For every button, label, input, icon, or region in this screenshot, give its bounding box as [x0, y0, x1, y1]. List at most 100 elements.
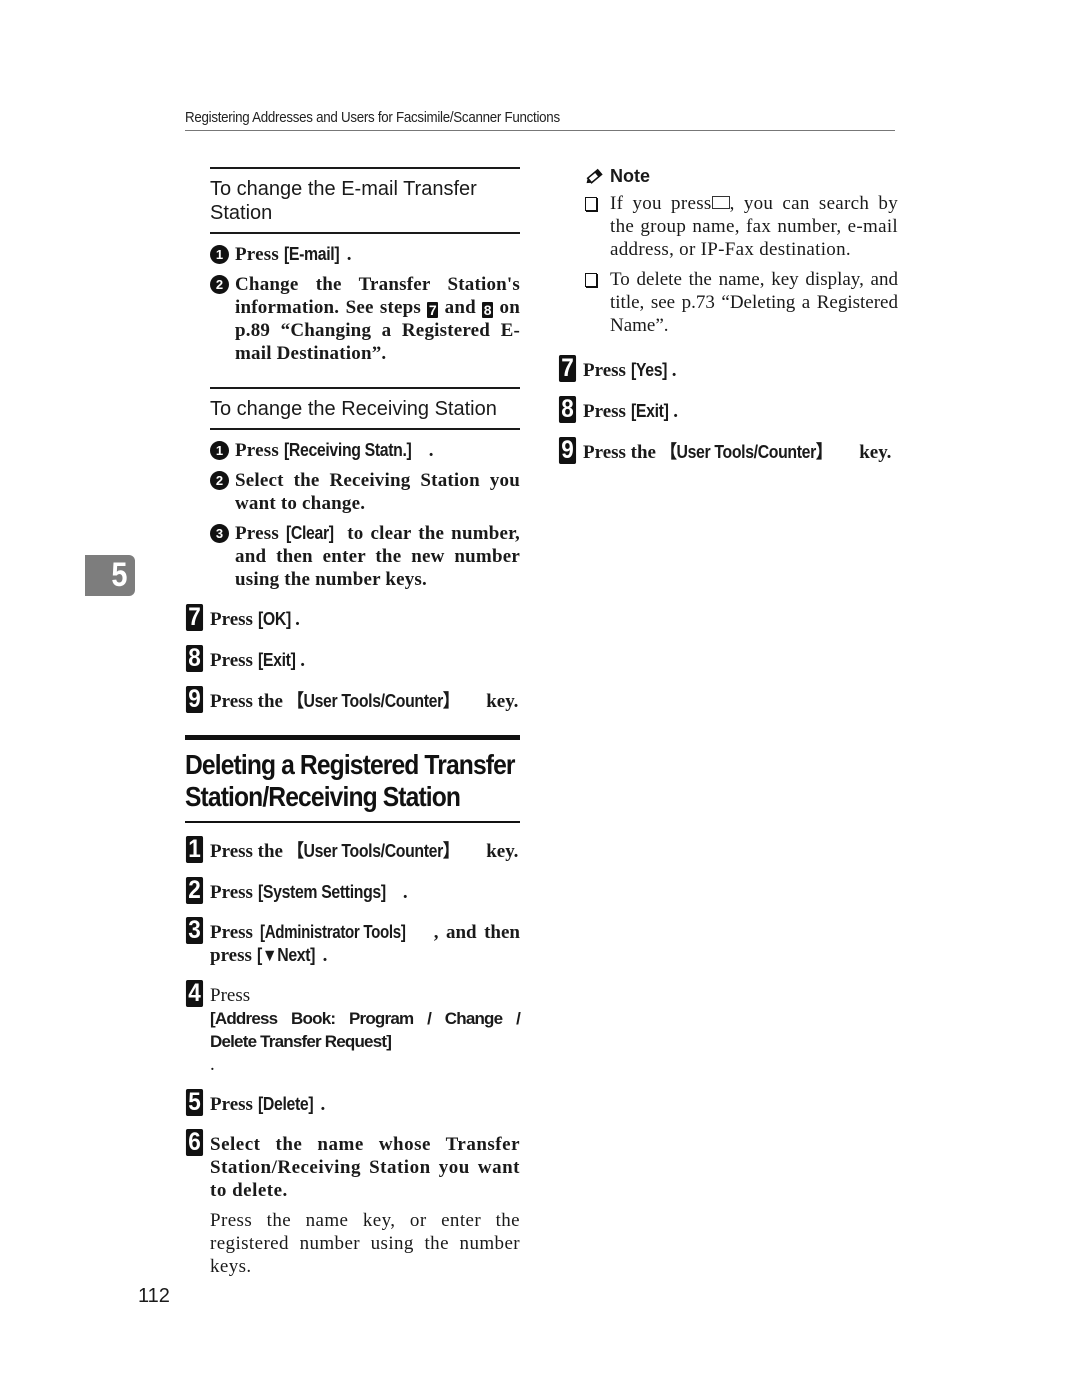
step-number-box: 8	[558, 396, 577, 423]
step-8: 8 Press [Exit].	[185, 645, 520, 672]
step-text: Press	[210, 985, 251, 1006]
step-number-box: 3	[185, 917, 204, 944]
key-label-administrator-tools: [Administrator Tools]	[260, 922, 406, 942]
step-text: Select the name whose Transfer Station/R…	[210, 1134, 520, 1201]
note-title: Note	[610, 166, 650, 186]
key-label-user-tools: 【User Tools/Counter】	[287, 841, 459, 861]
step-number-circle: 3	[210, 524, 229, 543]
step-text: Press	[210, 1094, 258, 1115]
step-number-box: 9	[185, 686, 204, 713]
step-text: key.	[481, 841, 519, 862]
step-text: Press	[210, 609, 258, 630]
step-text: Press	[210, 882, 258, 903]
note-text: To delete the name, key display, and tit…	[610, 269, 898, 336]
section-heading: Deleting a Registered Transfer Station/R…	[185, 749, 516, 812]
key-label-clear: [Clear]	[285, 523, 334, 543]
step-text: key.	[854, 442, 892, 463]
step-number-box: 7	[558, 355, 577, 382]
section-step-2: 2 Press [System Settings].	[185, 877, 520, 904]
step-number-circle: 2	[210, 471, 229, 490]
key-label-email: [E-mail]	[283, 244, 340, 264]
key-label-receiving-statn: [Receiving Statn.]	[283, 440, 412, 460]
note-item: If you press, you can search by the grou…	[585, 192, 898, 261]
right-column: Note If you press, you can search by the…	[558, 165, 898, 464]
subsection-title-receiving-station: To change the Receiving Station	[210, 398, 497, 420]
step-number-box: 9	[558, 437, 577, 464]
page-number: 112	[138, 1285, 170, 1307]
step-text: Press	[583, 401, 631, 422]
step-text: Press the	[583, 442, 661, 463]
step-ref-icon: 7	[427, 302, 439, 318]
substep-receiving-2: 2 Select the Receiving Station you want …	[210, 469, 520, 515]
step-text: Press	[210, 650, 258, 671]
key-label-exit: [Exit]	[257, 650, 296, 670]
section-step-1: 1 Press the 【User Tools/Counter】 key.	[185, 836, 520, 863]
step-text: .	[320, 1094, 326, 1115]
key-label-delete: [Delete]	[257, 1094, 314, 1114]
step-text: .	[673, 401, 679, 422]
section-step-4: 4 Press [Address Book: Program / Change …	[185, 980, 521, 1076]
subsection-title-email-transfer: To change the E-mail Transfer Station	[210, 178, 477, 224]
step-text: .	[402, 882, 408, 903]
note-item: To delete the name, key display, and tit…	[585, 268, 898, 337]
step-text: Press	[235, 440, 284, 461]
checkbox-bullet-icon	[585, 197, 597, 211]
step-text: key.	[481, 691, 519, 712]
note-heading: Note	[585, 165, 898, 187]
key-label-next: [▼Next]	[256, 945, 315, 965]
right-step-8: 8 Press [Exit].	[558, 396, 898, 423]
key-label-user-tools: 【User Tools/Counter】	[287, 691, 459, 711]
step-7: 7 Press [OK].	[185, 604, 520, 631]
step-number-box: 6	[185, 1129, 204, 1156]
checkbox-bullet-icon	[585, 273, 597, 287]
step-text: Press	[583, 360, 631, 381]
step-number-box: 8	[185, 645, 204, 672]
step-number-circle: 1	[210, 441, 229, 460]
section-step-5: 5 Press [Delete].	[185, 1089, 520, 1116]
step-text: .	[346, 244, 352, 265]
key-label-user-tools: 【User Tools/Counter】	[660, 442, 832, 462]
key-label-system-settings: [System Settings]	[257, 882, 386, 902]
key-label-address-book: [Address Book: Program / Change / Delete…	[210, 1009, 521, 1051]
substep-email-2: 2 Change the Transfer Station's informat…	[210, 273, 520, 365]
pencil-icon	[586, 168, 603, 184]
step-text: .	[671, 360, 677, 381]
step-text: .	[428, 440, 434, 461]
step-number-box: 2	[185, 877, 204, 904]
chapter-number: 5	[111, 556, 128, 594]
step-9: 9 Press the 【User Tools/Counter】 key.	[185, 686, 520, 713]
key-label-exit: [Exit]	[630, 401, 669, 421]
section-step-6: 6 Select the name whose Transfer Station…	[185, 1129, 520, 1202]
substep-receiving-3: 3 Press [Clear] to clear the number, and…	[210, 522, 520, 591]
step-text: Press	[210, 922, 261, 943]
step-text: Press the	[210, 691, 288, 712]
step-6-note: Press the name key, or enter the registe…	[210, 1210, 520, 1277]
step-ref-icon: 8	[482, 302, 494, 318]
step-number-circle: 1	[210, 245, 229, 264]
chapter-tab: 5	[85, 555, 135, 596]
step-text: Press	[235, 523, 286, 544]
step-text: Press the	[210, 841, 288, 862]
right-step-9: 9 Press the 【User Tools/Counter】 key.	[558, 437, 898, 464]
running-header-rule	[185, 130, 895, 131]
step-text: Press	[235, 244, 284, 265]
step-text: .	[300, 650, 306, 671]
step-number-box: 4	[185, 980, 204, 1007]
step-text: Select the Receiving Station you want to…	[235, 470, 520, 514]
step-number-box: 1	[185, 836, 204, 863]
step-text: and	[438, 297, 483, 318]
step-number-box: 7	[185, 604, 204, 631]
step-text: .	[322, 945, 328, 966]
step-text: .	[295, 609, 300, 630]
section-step-3: 3 Press [Administrator Tools], and then …	[185, 917, 520, 967]
note-text: If you press	[610, 193, 712, 214]
substep-receiving-1: 1 Press [Receiving Statn.].	[210, 439, 520, 462]
left-column: To change the E-mail Transfer Station 1 …	[185, 150, 521, 1278]
right-step-7: 7 Press [Yes].	[558, 355, 898, 382]
search-key-icon	[711, 196, 730, 209]
key-label-yes: [Yes]	[630, 360, 667, 380]
key-label-ok: [OK]	[257, 609, 291, 629]
step-number-circle: 2	[210, 275, 229, 294]
running-header: Registering Addresses and Users for Facs…	[185, 110, 560, 126]
step-number-box: 5	[185, 1089, 204, 1116]
